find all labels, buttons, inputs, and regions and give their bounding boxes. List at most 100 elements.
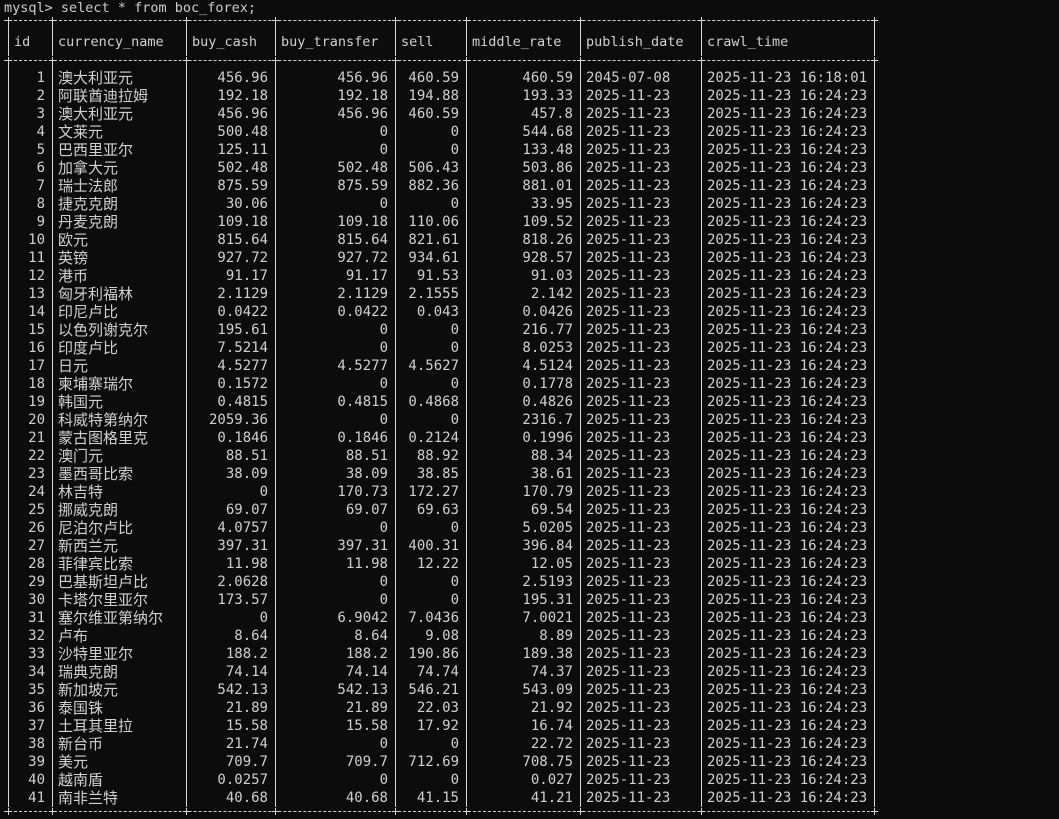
cell-currency-name: 泰国铢 bbox=[58, 699, 104, 717]
cell-publish-date: 2025-11-23 bbox=[586, 574, 671, 590]
border-plus bbox=[272, 57, 279, 64]
cell-buy-cash: 2.1129 bbox=[217, 286, 268, 302]
cell-middle-rate: 503.86 bbox=[522, 160, 573, 176]
header-currency-name: currency_name bbox=[58, 34, 164, 50]
header-crawl-time: crawl_time bbox=[707, 34, 789, 50]
mysql-console[interactable]: mysql> select * from boc_forex; id curren… bbox=[0, 0, 1059, 819]
border-plus bbox=[49, 57, 56, 64]
cell-publish-date: 2025-11-23 bbox=[586, 700, 671, 716]
cell-crawl-time: 2025-11-23 16:24:23 bbox=[707, 790, 867, 806]
border-plus bbox=[698, 17, 705, 24]
cell-currency-name: 塞尔维亚第纳尔 bbox=[58, 609, 164, 627]
cell-buy-transfer: 40.68 bbox=[345, 790, 388, 806]
cell-middle-rate: 543.09 bbox=[522, 682, 573, 698]
cell-id: 2 bbox=[36, 88, 45, 104]
header-buy-cash: buy_cash bbox=[192, 34, 258, 50]
cell-buy-transfer: 192.18 bbox=[337, 88, 388, 104]
cell-buy-transfer: 456.96 bbox=[337, 70, 388, 86]
cell-buy-cash: 0.0257 bbox=[217, 772, 268, 788]
table-row: 33 沙特里亚尔 188.2 188.2 190.86 189.38 2025-11-23 2… bbox=[0, 645, 880, 663]
cell-buy-transfer: 0 bbox=[379, 196, 388, 212]
cell-id: 10 bbox=[28, 232, 45, 248]
cell-crawl-time: 2025-11-23 16:24:23 bbox=[707, 430, 867, 446]
cell-id: 15 bbox=[28, 322, 45, 338]
cell-buy-transfer: 69.07 bbox=[345, 502, 388, 518]
cell-crawl-time: 2025-11-23 16:24:23 bbox=[707, 286, 867, 302]
header-id: id bbox=[14, 34, 31, 50]
border-plus bbox=[272, 808, 279, 815]
cell-sell: 91.53 bbox=[416, 268, 459, 284]
cell-buy-cash: 397.31 bbox=[217, 538, 268, 554]
cell-currency-name: 林吉特 bbox=[58, 483, 104, 501]
cell-publish-date: 2025-11-23 bbox=[586, 466, 671, 482]
cell-middle-rate: 7.0021 bbox=[522, 610, 573, 626]
cell-middle-rate: 88.34 bbox=[530, 448, 573, 464]
cell-sell: 934.61 bbox=[408, 250, 459, 266]
cell-middle-rate: 195.31 bbox=[522, 592, 573, 608]
cell-middle-rate: 41.21 bbox=[530, 790, 573, 806]
cell-publish-date: 2025-11-23 bbox=[586, 394, 671, 410]
cell-sell: 0 bbox=[450, 322, 459, 338]
table-row: 25 挪威克朗 69.07 69.07 69.63 69.54 2025-11-23 2025… bbox=[0, 501, 880, 519]
table-row: 32 卢布 8.64 8.64 9.08 8.89 2025-11-23 2025-11-23… bbox=[0, 627, 880, 645]
cell-publish-date: 2025-11-23 bbox=[586, 304, 671, 320]
cell-crawl-time: 2025-11-23 16:24:23 bbox=[707, 250, 867, 266]
cell-buy-cash: 74.14 bbox=[225, 664, 268, 680]
cell-buy-cash: 815.64 bbox=[217, 232, 268, 248]
cell-crawl-time: 2025-11-23 16:24:23 bbox=[707, 358, 867, 374]
cell-crawl-time: 2025-11-23 16:24:23 bbox=[707, 538, 867, 554]
cell-middle-rate: 69.54 bbox=[530, 502, 573, 518]
cell-sell: 194.88 bbox=[408, 88, 459, 104]
cell-crawl-time: 2025-11-23 16:24:23 bbox=[707, 160, 867, 176]
cell-currency-name: 蒙古图格里克 bbox=[58, 429, 149, 447]
cell-buy-transfer: 542.13 bbox=[337, 682, 388, 698]
cell-middle-rate: 0.1778 bbox=[522, 376, 573, 392]
cell-buy-cash: 0 bbox=[259, 484, 268, 500]
cell-buy-cash: 456.96 bbox=[217, 106, 268, 122]
cell-sell: 0 bbox=[450, 196, 459, 212]
cell-buy-transfer: 0 bbox=[379, 520, 388, 536]
border-plus bbox=[463, 17, 470, 24]
table-border-header bbox=[4, 60, 875, 61]
cell-currency-name: 巴西里亚尔 bbox=[58, 141, 134, 159]
cell-sell: 38.85 bbox=[416, 466, 459, 482]
cell-publish-date: 2045-07-08 bbox=[586, 70, 671, 86]
cell-id: 6 bbox=[36, 160, 45, 176]
cell-publish-date: 2025-11-23 bbox=[586, 484, 671, 500]
cell-id: 28 bbox=[28, 556, 45, 572]
border-plus bbox=[392, 17, 399, 24]
cell-currency-name: 巴基斯坦卢比 bbox=[58, 573, 149, 591]
border-plus bbox=[871, 17, 878, 24]
cell-sell: 0 bbox=[450, 772, 459, 788]
cell-crawl-time: 2025-11-23 16:24:23 bbox=[707, 376, 867, 392]
cell-id: 26 bbox=[28, 520, 45, 536]
cell-crawl-time: 2025-11-23 16:24:23 bbox=[707, 196, 867, 212]
cell-middle-rate: 22.72 bbox=[530, 736, 573, 752]
border-plus bbox=[49, 808, 56, 815]
cell-crawl-time: 2025-11-23 16:24:23 bbox=[707, 214, 867, 230]
table-row: 36 泰国铢 21.89 21.89 22.03 21.92 2025-11-23 2025-… bbox=[0, 699, 880, 717]
cell-buy-transfer: 2.1129 bbox=[337, 286, 388, 302]
cell-buy-cash: 195.61 bbox=[217, 322, 268, 338]
cell-middle-rate: 74.37 bbox=[530, 664, 573, 680]
cell-sell: 74.74 bbox=[416, 664, 459, 680]
cell-id: 30 bbox=[28, 592, 45, 608]
cell-publish-date: 2025-11-23 bbox=[586, 268, 671, 284]
cell-crawl-time: 2025-11-23 16:24:23 bbox=[707, 520, 867, 536]
cell-id: 31 bbox=[28, 610, 45, 626]
cell-id: 21 bbox=[28, 430, 45, 446]
cell-id: 36 bbox=[28, 700, 45, 716]
cell-buy-cash: 2059.36 bbox=[208, 412, 268, 428]
cell-crawl-time: 2025-11-23 16:24:23 bbox=[707, 268, 867, 284]
cell-publish-date: 2025-11-23 bbox=[586, 142, 671, 158]
cell-sell: 17.92 bbox=[416, 718, 459, 734]
cell-currency-name: 英镑 bbox=[58, 249, 89, 267]
cell-id: 20 bbox=[28, 412, 45, 428]
border-plus bbox=[577, 57, 584, 64]
cell-buy-transfer: 0 bbox=[379, 142, 388, 158]
table-row: 11 英镑 927.72 927.72 934.61 928.57 2025-11-23 20… bbox=[0, 249, 880, 267]
cell-middle-rate: 544.68 bbox=[522, 124, 573, 140]
table-row: 34 瑞典克朗 74.14 74.14 74.74 74.37 2025-11-23 2025… bbox=[0, 663, 880, 681]
cell-sell: 821.61 bbox=[408, 232, 459, 248]
cell-id: 1 bbox=[36, 70, 45, 86]
